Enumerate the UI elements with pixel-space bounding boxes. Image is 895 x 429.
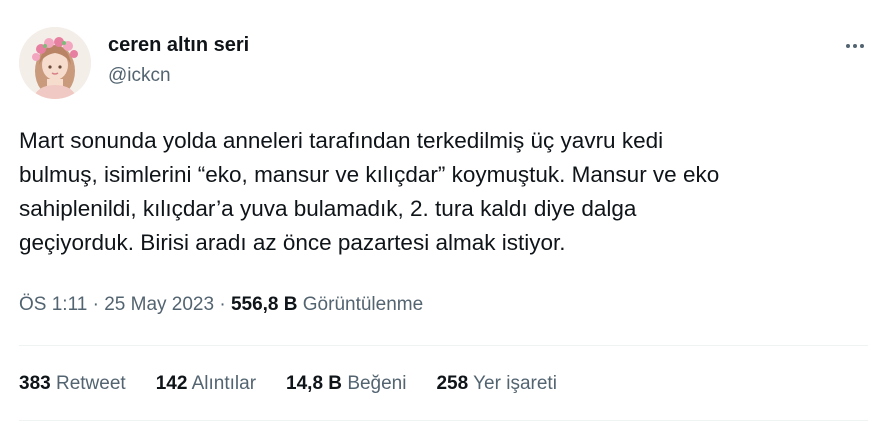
tweet-date[interactable]: 25 May 2023: [104, 294, 214, 315]
author-block: ceren altın seri @ickcn: [108, 33, 249, 88]
retweets-stat[interactable]: 383 Retweet: [19, 372, 126, 396]
bookmarks-count: 258: [436, 373, 469, 394]
divider: [19, 345, 868, 346]
author-display-name[interactable]: ceren altın seri: [108, 33, 249, 57]
tweet-time[interactable]: ÖS 1:11: [19, 294, 87, 315]
engagement-stats: 383 Retweet 142 Alıntılar 14,8 B Beğeni …: [19, 372, 557, 396]
bookmarks-label: Yer işareti: [473, 373, 557, 394]
meta-separator: ·: [92, 294, 99, 315]
retweets-label: Retweet: [55, 373, 126, 394]
more-options-button[interactable]: [838, 34, 872, 58]
tweet-text-line: sahiplenildi, kılıçdar’a yuva bulamadık,…: [19, 196, 637, 221]
likes-count: 14,8 B: [286, 373, 343, 394]
more-horizontal-icon: [846, 44, 850, 48]
tweet-meta: ÖS 1:11 · 25 May 2023 · 556,8 B Görüntül…: [19, 293, 423, 317]
avatar[interactable]: [19, 27, 91, 99]
views-label: Görüntülenme: [302, 294, 424, 315]
tweet-text-line: Mart sonunda yolda anneleri tarafından t…: [19, 128, 664, 153]
divider: [19, 420, 868, 421]
avatar-illustration: [19, 27, 91, 99]
likes-label: Beğeni: [347, 373, 407, 394]
tweet-text-line: bulmuş, isimlerini “eko, mansur ve kılıç…: [19, 162, 720, 187]
tweet-text-line: geçiyorduk. Birisi aradı az önce pazarte…: [19, 230, 566, 255]
retweets-count: 383: [19, 373, 51, 394]
tweet-card: ceren altın seri @ickcn Mart sonunda yol…: [0, 0, 895, 429]
author-handle[interactable]: @ickcn: [108, 64, 249, 88]
views-count: 556,8 B: [230, 294, 298, 315]
meta-separator: ·: [219, 294, 226, 315]
quotes-label: Alıntılar: [191, 373, 257, 394]
quotes-count: 142: [155, 373, 188, 394]
more-horizontal-icon: [860, 44, 864, 48]
more-horizontal-icon: [853, 44, 857, 48]
likes-stat[interactable]: 14,8 B Beğeni: [286, 372, 406, 396]
tweet-text: Mart sonunda yolda anneleri tarafından t…: [19, 124, 879, 260]
quotes-stat[interactable]: 142 Alıntılar: [156, 372, 256, 396]
bookmarks-stat[interactable]: 258 Yer işareti: [436, 372, 556, 396]
